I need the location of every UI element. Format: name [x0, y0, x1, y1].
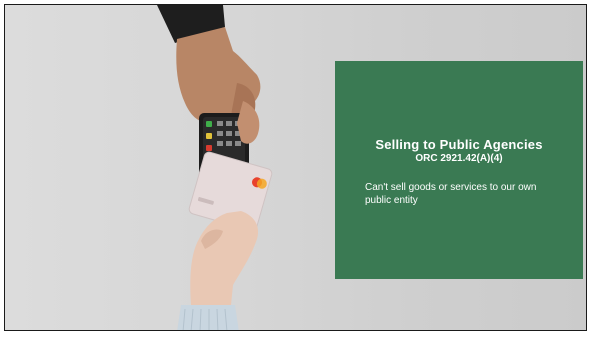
slide: Selling to Public Agencies ORC 2921.42(A…: [4, 4, 587, 331]
slide-body: Can't sell goods or services to our own …: [365, 182, 537, 206]
text-panel: Selling to Public Agencies ORC 2921.42(A…: [335, 61, 583, 279]
sleeve-bottom: [177, 305, 239, 330]
slide-title: Selling to Public Agencies: [375, 137, 543, 152]
slide-subtitle: ORC 2921.42(A)(4): [415, 153, 503, 164]
bottom-hand: [190, 211, 259, 305]
